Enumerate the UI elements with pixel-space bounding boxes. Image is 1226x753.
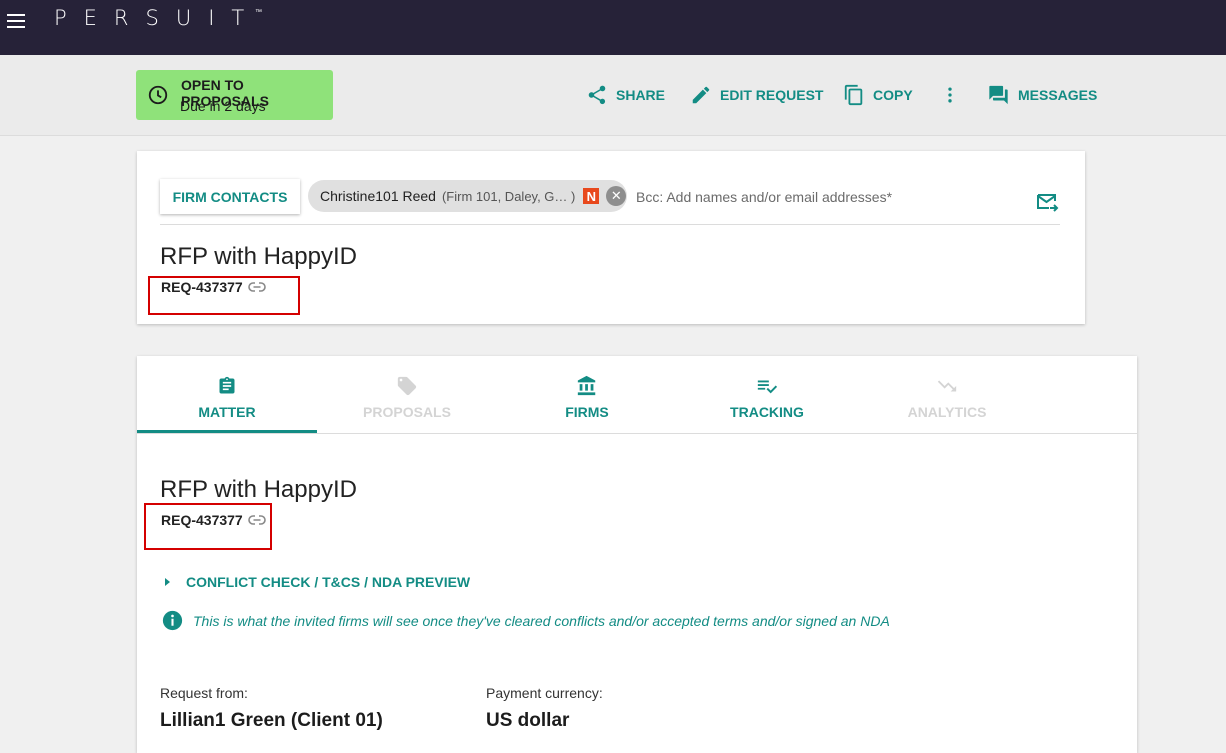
payment-currency-label: Payment currency: bbox=[486, 685, 603, 701]
tab-proposals[interactable]: PROPOSALS bbox=[317, 356, 497, 433]
status-badge: OPEN TO PROPOSALS Due in 2 days bbox=[136, 70, 333, 120]
copy-icon bbox=[844, 84, 863, 106]
share-icon bbox=[588, 85, 606, 105]
highlight-box bbox=[148, 276, 300, 315]
tab-proposals-label: PROPOSALS bbox=[363, 404, 451, 420]
forum-icon bbox=[989, 85, 1008, 105]
tab-firms-label: FIRMS bbox=[565, 404, 609, 420]
send-email-icon[interactable] bbox=[1036, 192, 1060, 214]
caret-right-icon bbox=[165, 578, 170, 586]
request-details-card: MATTER PROPOSALS FIRMS TRACKING ANALYTIC… bbox=[137, 356, 1137, 753]
payment-currency-value: US dollar bbox=[486, 710, 570, 731]
edit-request-label: EDIT REQUEST bbox=[720, 87, 824, 103]
copy-button[interactable]: COPY bbox=[843, 82, 913, 108]
conflict-check-toggle[interactable]: CONFLICT CHECK / T&CS / NDA PREVIEW bbox=[164, 574, 470, 590]
bank-icon bbox=[577, 375, 596, 396]
more-options-button[interactable] bbox=[940, 82, 968, 108]
tab-tracking-label: TRACKING bbox=[730, 404, 804, 420]
conflict-check-label: CONFLICT CHECK / T&CS / NDA PREVIEW bbox=[186, 574, 471, 590]
tab-tracking[interactable]: TRACKING bbox=[677, 356, 857, 433]
firm-contacts-button[interactable]: FIRM CONTACTS bbox=[160, 179, 300, 214]
matter-title: RFP with HappyID bbox=[160, 476, 357, 503]
copy-label: COPY bbox=[873, 87, 913, 103]
playlist-check-icon bbox=[757, 380, 778, 394]
request-header-card: FIRM CONTACTS Christine101 Reed (Firm 10… bbox=[137, 151, 1085, 324]
tag-icon bbox=[397, 376, 417, 396]
divider bbox=[160, 224, 1060, 225]
contact-status-badge: N bbox=[583, 188, 600, 204]
tab-matter[interactable]: MATTER bbox=[137, 356, 317, 433]
action-bar: OPEN TO PROPOSALS Due in 2 days SHARE ED… bbox=[0, 55, 1226, 136]
tab-matter-label: MATTER bbox=[198, 404, 256, 420]
info-notice: This is what the invited firms will see … bbox=[162, 610, 890, 631]
status-due: Due in 2 days bbox=[180, 98, 266, 114]
tab-firms[interactable]: FIRMS bbox=[497, 356, 677, 433]
info-message: This is what the invited firms will see … bbox=[193, 612, 890, 629]
info-icon bbox=[162, 610, 183, 631]
request-from-value: Lillian1 Green (Client 01) bbox=[160, 710, 383, 731]
pencil-icon bbox=[692, 86, 710, 104]
clipboard-icon bbox=[219, 376, 235, 394]
share-button[interactable]: SHARE bbox=[586, 82, 665, 108]
clock-icon bbox=[148, 85, 168, 105]
request-title: RFP with HappyID bbox=[160, 243, 357, 270]
messages-button[interactable]: MESSAGES bbox=[987, 82, 1097, 108]
tab-analytics[interactable]: ANALYTICS bbox=[857, 356, 1037, 433]
contact-chip[interactable]: Christine101 Reed (Firm 101, Daley, G… )… bbox=[308, 180, 627, 212]
messages-label: MESSAGES bbox=[1018, 87, 1098, 103]
trademark-mark: ™ bbox=[255, 9, 262, 16]
app-logo: PERSUIT bbox=[54, 6, 262, 30]
more-vert-icon bbox=[948, 87, 952, 103]
menu-icon[interactable] bbox=[7, 14, 25, 30]
contact-chip-firm: (Firm 101, Daley, G… ) bbox=[441, 188, 576, 204]
tab-analytics-label: ANALYTICS bbox=[907, 404, 987, 420]
remove-contact-icon[interactable]: ✕ bbox=[606, 186, 627, 206]
edit-request-button[interactable]: EDIT REQUEST bbox=[690, 82, 823, 108]
contact-chip-name: Christine101 Reed bbox=[320, 188, 436, 204]
trending-down-icon bbox=[937, 380, 957, 392]
top-bar: PERSUIT ™ bbox=[0, 0, 1226, 55]
share-label: SHARE bbox=[616, 87, 666, 103]
request-from-label: Request from: bbox=[160, 685, 248, 701]
tab-bar: MATTER PROPOSALS FIRMS TRACKING ANALYTIC… bbox=[137, 356, 1137, 434]
bcc-input[interactable] bbox=[634, 185, 1018, 209]
highlight-box bbox=[144, 503, 272, 550]
